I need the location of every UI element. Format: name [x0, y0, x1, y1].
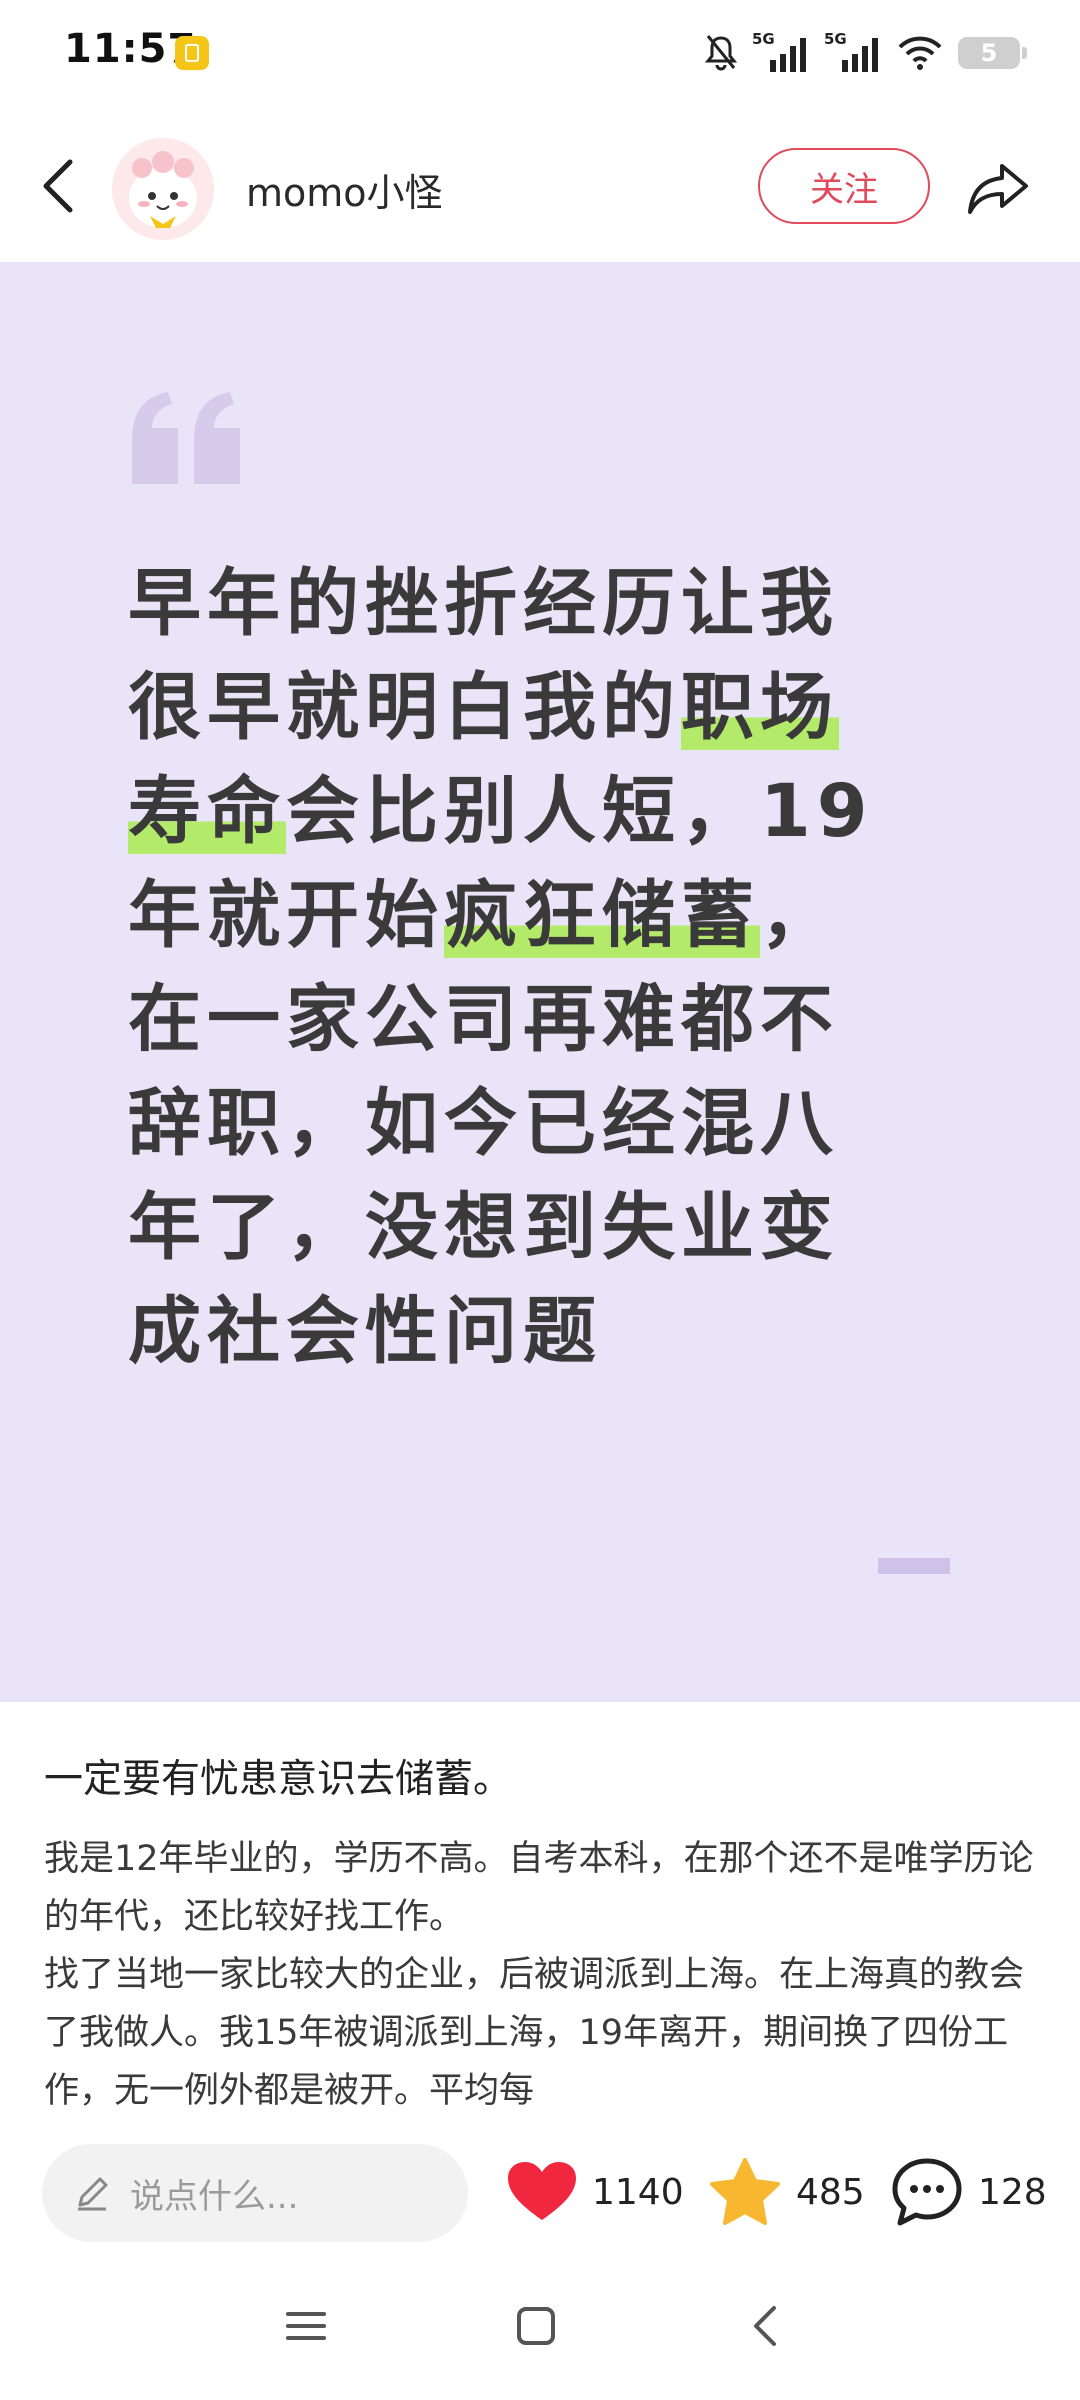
- share-button[interactable]: [966, 160, 1030, 216]
- pen-icon: [78, 2177, 108, 2211]
- quote-end-dash: [878, 1558, 950, 1574]
- follow-button[interactable]: 关注: [758, 148, 930, 224]
- article-title: 一定要有忧患意识去储蓄。: [44, 1757, 513, 1802]
- quote-text: 早年的挫折经历让我很早就明白我的职场寿命会比别人短，19年就开始疯狂储蓄，在一家…: [128, 552, 888, 1384]
- battery-level: 5: [980, 39, 998, 67]
- signal-icon-2: 5G: [824, 30, 882, 76]
- signal-icon-1: 5G: [752, 30, 810, 76]
- like-button[interactable]: 1140: [506, 2152, 684, 2232]
- quote-highlight: 疯狂储蓄: [444, 873, 760, 958]
- system-icons: 5G 5G 5: [704, 30, 1027, 76]
- battery-icon: 5: [958, 37, 1027, 69]
- article-body: 一定要有忧患意识去储蓄。 我是12年毕业的，学历不高。自考本科，在那个还不是唯学…: [44, 1752, 1034, 2120]
- post-header: momo小怪 关注: [0, 110, 1080, 262]
- comment-button[interactable]: 128: [890, 2152, 1047, 2232]
- system-nav-bar: [0, 2286, 1080, 2400]
- heart-icon: [508, 2162, 576, 2220]
- comment-input[interactable]: 说点什么...: [42, 2144, 468, 2242]
- favorite-count: 485: [796, 2171, 865, 2213]
- quote-card: 早年的挫折经历让我很早就明白我的职场寿命会比别人短，19年就开始疯狂储蓄，在一家…: [0, 262, 1080, 1702]
- avatar[interactable]: [112, 138, 214, 240]
- app-notification-icon: [175, 36, 209, 70]
- comment-placeholder: 说点什么...: [130, 2176, 299, 2217]
- username[interactable]: momo小怪: [246, 162, 443, 217]
- comment-icon: [892, 2158, 962, 2226]
- quote-mark-icon: [132, 392, 240, 484]
- back-button[interactable]: [34, 154, 84, 218]
- article-paragraph: 找了当地一家比较大的企业，后被调派到上海。在上海真的教会了我做人。我15年被调派…: [44, 1955, 1025, 2111]
- status-bar: 11:57 5G 5G 5: [0, 0, 1080, 110]
- article-paragraph: 我是12年毕业的，学历不高。自考本科，在那个还不是唯学历论的年代，还比较好找工作…: [44, 1839, 1034, 1937]
- menu-icon[interactable]: [284, 2304, 328, 2348]
- comment-count: 128: [978, 2171, 1047, 2213]
- star-icon: [710, 2158, 780, 2225]
- mute-bell-icon: [704, 35, 738, 71]
- nav-back-icon[interactable]: [744, 2304, 788, 2348]
- home-icon[interactable]: [514, 2304, 558, 2348]
- like-count: 1140: [592, 2171, 684, 2213]
- wifi-icon: [898, 36, 942, 70]
- favorite-button[interactable]: 485: [708, 2152, 865, 2232]
- bottom-action-bar: 说点什么... 1140 485 128: [0, 2116, 1080, 2286]
